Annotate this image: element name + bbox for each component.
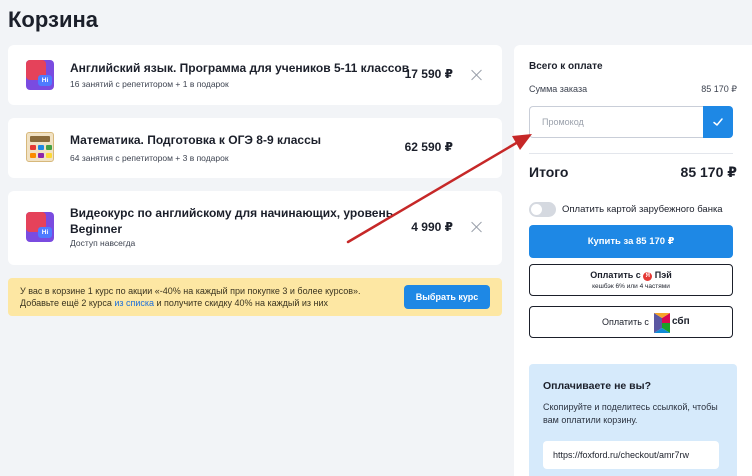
pay-with-yandex-pay-button[interactable]: Оплатить с Я Пэй кешбэк 6% или 4 частями xyxy=(529,264,733,296)
page-title: Корзина xyxy=(8,7,98,32)
promo-banner: У вас в корзине 1 курс по акции «-40% на… xyxy=(8,278,502,316)
cart-item-subtitle: Доступ навсегда xyxy=(70,238,136,248)
cart-item-title[interactable]: Математика. Подготовка к ОГЭ 8-9 классы xyxy=(70,132,321,148)
share-link-field[interactable]: https://foxford.ru/checkout/amr7rw xyxy=(543,441,719,469)
total-value: 85 170 ₽ xyxy=(680,164,737,180)
cart-item-title-line2[interactable]: Beginner xyxy=(70,221,122,237)
remove-item-icon[interactable] xyxy=(471,221,483,233)
cart-item-title[interactable]: Английский язык. Программа для учеников … xyxy=(70,60,409,76)
cart-item: Hi Английский язык. Программа для ученик… xyxy=(8,45,502,105)
calculator-icon xyxy=(26,132,54,162)
order-summary: Всего к оплате Сумма заказа 85 170 ₽ Ито… xyxy=(514,45,752,476)
order-sum-label: Сумма заказа xyxy=(529,84,588,94)
cart-item-price: 4 990 ₽ xyxy=(411,220,453,234)
cart-item-subtitle: 16 занятий с репетитором + 1 в подарок xyxy=(70,79,229,89)
checkmark-icon xyxy=(713,118,723,126)
promo-code-input[interactable] xyxy=(529,106,703,138)
promo-code-group xyxy=(529,106,733,138)
promo-banner-text: У вас в корзине 1 курс по акции «-40% на… xyxy=(20,286,361,308)
cart-item: Hi Видеокурс по английскому для начинающ… xyxy=(8,191,502,265)
sbp-logo-icon xyxy=(654,313,670,333)
choose-course-button[interactable]: Выбрать курс xyxy=(404,285,490,309)
cashback-text: кешбэк 6% или 4 частями xyxy=(592,283,670,290)
share-text: Скопируйте и поделитесь ссылкой, чтобы в… xyxy=(543,402,718,425)
cart-item-price: 17 590 ₽ xyxy=(404,67,453,81)
order-sum-value: 85 170 ₽ xyxy=(701,84,737,94)
apply-promo-button[interactable] xyxy=(703,106,733,138)
yandex-pay-icon: Я xyxy=(643,272,653,281)
cart-item-subtitle: 64 занятия с репетитором + 3 в подарок xyxy=(70,153,229,163)
share-heading: Оплачиваете не вы? xyxy=(543,380,651,392)
share-cart-panel: Оплачиваете не вы? Скопируйте и поделите… xyxy=(529,364,737,476)
english-course-icon: Hi xyxy=(26,212,54,242)
summary-divider xyxy=(529,153,733,154)
total-label: Итого xyxy=(529,164,569,180)
summary-heading: Всего к оплате xyxy=(529,61,603,72)
cart-item-price: 62 590 ₽ xyxy=(404,140,453,154)
cart-item: Математика. Подготовка к ОГЭ 8-9 классы … xyxy=(8,118,502,178)
buy-button[interactable]: Купить за 85 170 ₽ xyxy=(529,225,733,258)
cart-item-title[interactable]: Видеокурс по английскому для начинающих,… xyxy=(70,205,393,221)
foreign-card-label: Оплатить картой зарубежного банка xyxy=(562,204,723,215)
course-list-link[interactable]: из списка xyxy=(114,298,154,308)
pay-with-sbp-button[interactable]: Оплатить с сбп xyxy=(529,306,733,338)
foreign-card-toggle[interactable] xyxy=(529,202,556,217)
remove-item-icon[interactable] xyxy=(471,69,483,81)
english-course-icon: Hi xyxy=(26,60,54,90)
